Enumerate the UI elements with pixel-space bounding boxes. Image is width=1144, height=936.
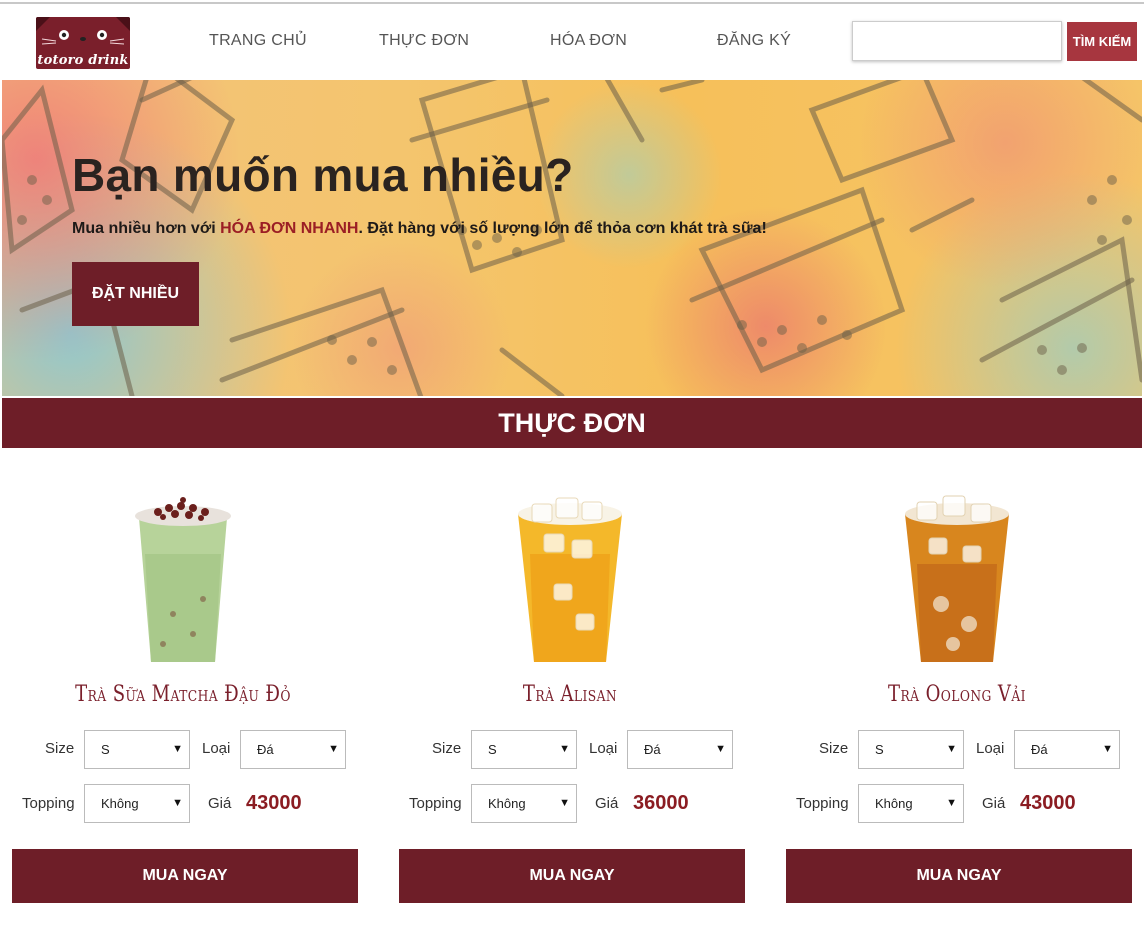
matcha-red-bean-drink-image [135, 497, 231, 662]
product-name: Trà Alisan [522, 682, 618, 707]
topping-value: Không [488, 796, 526, 811]
dropdown-arrow-icon: ▼ [946, 797, 957, 809]
topping-select[interactable]: Không ▼ [84, 784, 190, 823]
topping-label: Topping [22, 795, 75, 812]
size-value: S [875, 742, 884, 757]
buy-now-button[interactable]: MUA NGAY [786, 849, 1132, 903]
hero-text-after: . Đặt hàng với số lượng lớn để thỏa cơn … [358, 220, 767, 237]
type-select[interactable]: Đá ▼ [627, 730, 733, 769]
dropdown-arrow-icon: ▼ [559, 743, 570, 755]
size-value: S [488, 742, 497, 757]
product-card: Trà Sữa Matcha Đậu Đỏ Size S ▼ Loại Đá ▼ T… [10, 448, 358, 918]
order-bulk-button[interactable]: ĐẶT NHIỀU [72, 262, 199, 326]
topping-select[interactable]: Không ▼ [471, 784, 577, 823]
size-select[interactable]: S ▼ [84, 730, 190, 769]
dropdown-arrow-icon: ▼ [172, 797, 183, 809]
hero-title: Bạn muốn mua nhiều? [72, 149, 574, 201]
size-select[interactable]: S ▼ [471, 730, 577, 769]
hero-highlight-link[interactable]: HÓA ĐƠN NHANH [220, 220, 358, 237]
dropdown-arrow-icon: ▼ [946, 743, 957, 755]
size-label: Size [819, 740, 849, 757]
type-value: Đá [644, 742, 661, 757]
price-label: Giá [595, 795, 619, 812]
product-card: Trà Oolong Vải Size S ▼ Loại Đá ▼ Topping … [784, 448, 1132, 918]
search-input[interactable] [852, 21, 1062, 61]
site-header: totoro drink TRANG CHỦ THỰC ĐƠN HÓA ĐƠN … [0, 4, 1144, 80]
type-label: Loại [589, 740, 618, 757]
topping-label: Topping [796, 795, 849, 812]
product-card: Trà Alisan Size S ▼ Loại Đá ▼ Topping Khôn… [397, 448, 745, 918]
nav-register[interactable]: ĐĂNG KÝ [717, 32, 791, 50]
nav-menu[interactable]: THỰC ĐƠN [379, 32, 469, 50]
dropdown-arrow-icon: ▼ [172, 743, 183, 755]
dropdown-arrow-icon: ▼ [715, 743, 726, 755]
topping-value: Không [875, 796, 913, 811]
type-value: Đá [257, 742, 274, 757]
buy-now-button[interactable]: MUA NGAY [399, 849, 745, 903]
oolong-lychee-drink-image [905, 495, 1009, 662]
size-label: Size [45, 740, 75, 757]
product-name: Trà Oolong Vải [888, 682, 1026, 707]
type-label: Loại [202, 740, 231, 757]
search-button[interactable]: TÌM KIẾM [1067, 22, 1137, 61]
topping-value: Không [101, 796, 139, 811]
dropdown-arrow-icon: ▼ [559, 797, 570, 809]
price-label: Giá [208, 795, 232, 812]
buy-now-button[interactable]: MUA NGAY [12, 849, 358, 903]
hero-banner: Bạn muốn mua nhiều? Mua nhiều hơn với HÓ… [2, 80, 1142, 396]
size-label: Size [432, 740, 462, 757]
menu-section-header: THỰC ĐƠN [2, 398, 1142, 448]
size-select[interactable]: S ▼ [858, 730, 964, 769]
type-label: Loại [976, 740, 1005, 757]
logo[interactable]: totoro drink [36, 17, 130, 69]
logo-text: totoro drink [37, 53, 129, 68]
boba-pattern-icon [2, 80, 1142, 396]
nav-home[interactable]: TRANG CHỦ [209, 32, 307, 50]
hero-text-before: Mua nhiều hơn với [72, 220, 221, 237]
hero-description: Mua nhiều hơn với HÓA ĐƠN NHANH. Đặt hàn… [72, 220, 767, 238]
type-select[interactable]: Đá ▼ [1014, 730, 1120, 769]
price-label: Giá [982, 795, 1006, 812]
price-value: 43000 [1020, 792, 1076, 814]
size-value: S [101, 742, 110, 757]
menu-section-title: THỰC ĐƠN [498, 408, 646, 438]
product-name: Trà Sữa Matcha Đậu Đỏ [75, 682, 291, 707]
type-select[interactable]: Đá ▼ [240, 730, 346, 769]
dropdown-arrow-icon: ▼ [328, 743, 339, 755]
dropdown-arrow-icon: ▼ [1102, 743, 1113, 755]
alisan-tea-drink-image [518, 497, 622, 662]
price-value: 36000 [633, 792, 689, 814]
price-value: 43000 [246, 792, 302, 814]
type-value: Đá [1031, 742, 1048, 757]
topping-label: Topping [409, 795, 462, 812]
nav-invoice[interactable]: HÓA ĐƠN [550, 32, 627, 50]
cat-face-icon [36, 17, 130, 45]
topping-select[interactable]: Không ▼ [858, 784, 964, 823]
